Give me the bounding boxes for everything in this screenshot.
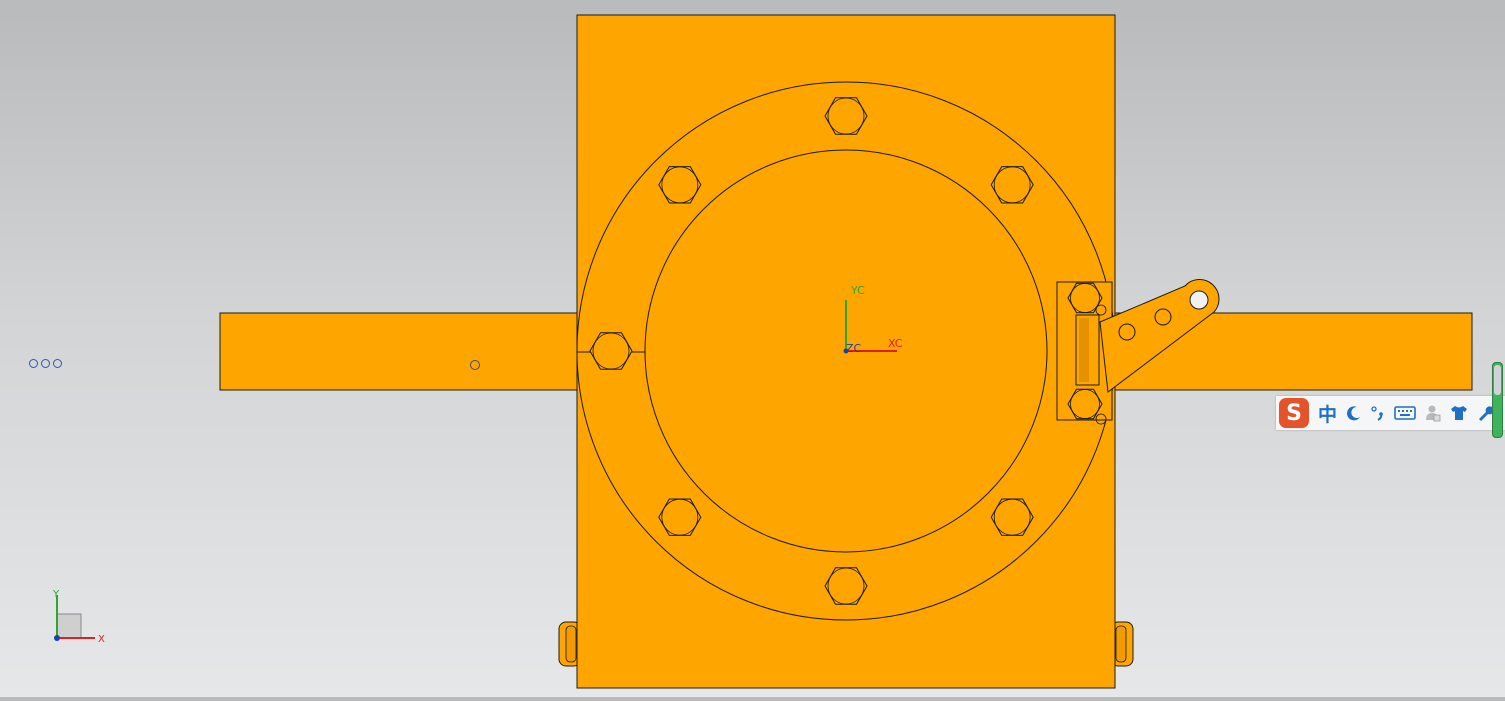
side-selection-dots[interactable]	[29, 359, 62, 368]
wrench-icon[interactable]	[1477, 405, 1494, 421]
graphics-viewport[interactable]: YC XC ZC Y X	[0, 0, 1505, 697]
scrollbar-handle[interactable]	[1492, 362, 1503, 438]
dot-indicator[interactable]	[41, 359, 50, 368]
left-arm-plate[interactable]	[219, 312, 581, 391]
triad-y-label: Y	[52, 589, 60, 600]
ime-language-toggle[interactable]: 中	[1318, 400, 1337, 427]
ime-logo-icon[interactable]: S	[1279, 398, 1309, 428]
dot-indicator[interactable]	[29, 359, 38, 368]
wcs-x-label: XC	[888, 337, 903, 350]
wcs-z-label: ZC	[846, 342, 862, 355]
user-icon[interactable]	[1425, 404, 1441, 422]
skin-shirt-icon[interactable]	[1450, 405, 1468, 421]
model-view[interactable]: YC XC ZC Y X	[0, 0, 1505, 697]
ime-toolbar[interactable]: S 中	[1276, 396, 1505, 430]
dot-indicator[interactable]	[53, 359, 62, 368]
view-triad[interactable]: Y X	[52, 589, 105, 645]
keyboard-icon[interactable]	[1394, 405, 1416, 421]
wcs-y-label: YC	[850, 284, 865, 297]
triad-x-label: X	[98, 634, 105, 645]
punctuation-icon[interactable]	[1371, 405, 1385, 421]
moon-icon[interactable]	[1346, 405, 1362, 421]
